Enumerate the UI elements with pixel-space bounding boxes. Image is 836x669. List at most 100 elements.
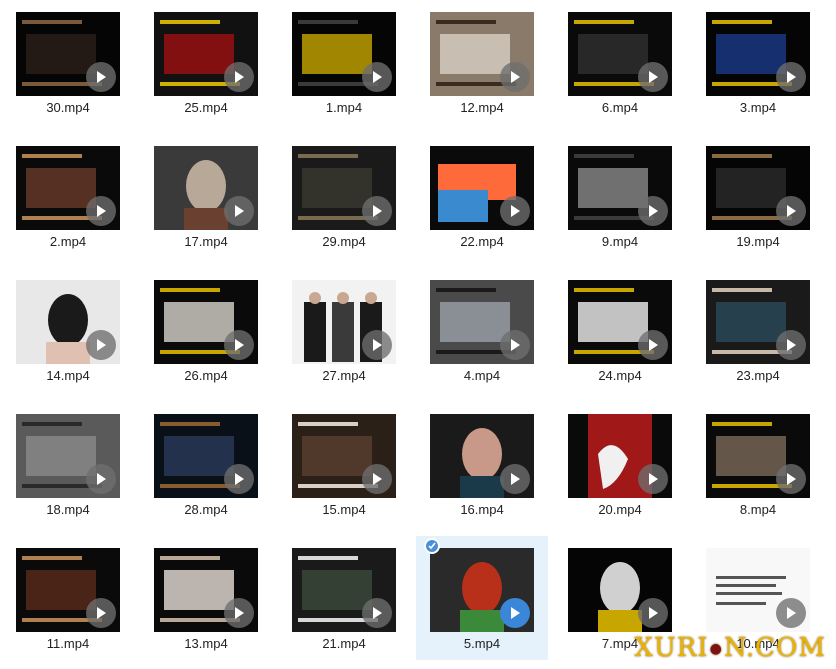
play-icon[interactable] — [362, 196, 392, 226]
file-item[interactable]: 19.mp4 — [692, 134, 824, 258]
file-name[interactable]: 29.mp4 — [278, 234, 410, 250]
file-item[interactable]: 9.mp4 — [554, 134, 686, 258]
file-name[interactable]: 14.mp4 — [2, 368, 134, 384]
file-item[interactable]: 21.mp4 — [278, 536, 410, 660]
file-item[interactable]: 2.mp4 — [2, 134, 134, 258]
video-thumbnail[interactable] — [706, 146, 810, 230]
file-item[interactable]: 5.mp4 — [416, 536, 548, 660]
video-thumbnail[interactable] — [154, 146, 258, 230]
file-item[interactable]: 17.mp4 — [140, 134, 272, 258]
video-thumbnail[interactable] — [154, 12, 258, 96]
play-icon[interactable] — [86, 598, 116, 628]
play-icon[interactable] — [224, 62, 254, 92]
file-item[interactable]: 15.mp4 — [278, 402, 410, 526]
video-thumbnail[interactable] — [292, 280, 396, 364]
file-item[interactable]: 16.mp4 — [416, 402, 548, 526]
file-name[interactable]: 26.mp4 — [140, 368, 272, 384]
video-thumbnail[interactable] — [16, 12, 120, 96]
play-icon[interactable] — [776, 196, 806, 226]
video-thumbnail[interactable] — [568, 280, 672, 364]
play-icon[interactable] — [638, 330, 668, 360]
video-thumbnail[interactable] — [292, 12, 396, 96]
file-item[interactable]: 12.mp4 — [416, 0, 548, 124]
play-icon[interactable] — [362, 464, 392, 494]
file-item[interactable]: 6.mp4 — [554, 0, 686, 124]
video-thumbnail[interactable] — [706, 548, 810, 632]
file-name[interactable]: 3.mp4 — [692, 100, 824, 116]
video-thumbnail[interactable] — [430, 12, 534, 96]
play-icon[interactable] — [362, 62, 392, 92]
play-icon[interactable] — [362, 330, 392, 360]
play-icon[interactable] — [638, 196, 668, 226]
checkmark-icon[interactable] — [424, 538, 440, 554]
file-name[interactable]: 25.mp4 — [140, 100, 272, 116]
file-item[interactable]: 18.mp4 — [2, 402, 134, 526]
file-name[interactable]: 6.mp4 — [554, 100, 686, 116]
file-name[interactable]: 11.mp4 — [2, 636, 134, 652]
video-thumbnail[interactable] — [292, 146, 396, 230]
file-name[interactable]: 13.mp4 — [140, 636, 272, 652]
file-name[interactable]: 17.mp4 — [140, 234, 272, 250]
video-thumbnail[interactable] — [430, 280, 534, 364]
play-icon[interactable] — [86, 464, 116, 494]
file-name[interactable]: 30.mp4 — [2, 100, 134, 116]
video-thumbnail[interactable] — [154, 414, 258, 498]
play-icon[interactable] — [500, 464, 530, 494]
file-item[interactable]: 13.mp4 — [140, 536, 272, 660]
file-name[interactable]: 23.mp4 — [692, 368, 824, 384]
file-name[interactable]: 22.mp4 — [416, 234, 548, 250]
play-icon[interactable] — [224, 464, 254, 494]
play-icon[interactable] — [86, 196, 116, 226]
play-icon[interactable] — [638, 464, 668, 494]
video-thumbnail[interactable] — [430, 146, 534, 230]
file-item[interactable]: 1.mp4 — [278, 0, 410, 124]
file-item[interactable]: 4.mp4 — [416, 268, 548, 392]
play-icon[interactable] — [776, 464, 806, 494]
play-icon[interactable] — [638, 62, 668, 92]
play-icon[interactable] — [500, 196, 530, 226]
play-icon[interactable] — [638, 598, 668, 628]
video-thumbnail[interactable] — [706, 12, 810, 96]
video-thumbnail[interactable] — [154, 548, 258, 632]
file-name[interactable]: 19.mp4 — [692, 234, 824, 250]
file-name[interactable]: 5.mp4 — [416, 636, 548, 652]
play-icon[interactable] — [86, 62, 116, 92]
file-name[interactable]: 9.mp4 — [554, 234, 686, 250]
play-icon[interactable] — [224, 330, 254, 360]
file-item[interactable]: 28.mp4 — [140, 402, 272, 526]
video-thumbnail[interactable] — [16, 414, 120, 498]
video-thumbnail[interactable] — [706, 414, 810, 498]
file-name[interactable]: 28.mp4 — [140, 502, 272, 518]
file-item[interactable]: 25.mp4 — [140, 0, 272, 124]
play-icon[interactable] — [776, 62, 806, 92]
file-item[interactable]: 14.mp4 — [2, 268, 134, 392]
video-thumbnail[interactable] — [16, 280, 120, 364]
play-icon[interactable] — [500, 330, 530, 360]
file-name[interactable]: 8.mp4 — [692, 502, 824, 518]
video-thumbnail[interactable] — [16, 146, 120, 230]
file-item[interactable]: 26.mp4 — [140, 268, 272, 392]
play-icon[interactable] — [362, 598, 392, 628]
file-item[interactable]: 27.mp4 — [278, 268, 410, 392]
play-icon[interactable] — [500, 598, 530, 628]
file-name[interactable]: 2.mp4 — [2, 234, 134, 250]
file-item[interactable]: 22.mp4 — [416, 134, 548, 258]
play-icon[interactable] — [86, 330, 116, 360]
play-icon[interactable] — [500, 62, 530, 92]
video-thumbnail[interactable] — [706, 280, 810, 364]
file-item[interactable]: 23.mp4 — [692, 268, 824, 392]
file-name[interactable]: 27.mp4 — [278, 368, 410, 384]
file-name[interactable]: 12.mp4 — [416, 100, 548, 116]
video-thumbnail[interactable] — [568, 414, 672, 498]
video-thumbnail[interactable] — [430, 548, 534, 632]
video-thumbnail[interactable] — [292, 548, 396, 632]
file-name[interactable]: 1.mp4 — [278, 100, 410, 116]
file-name[interactable]: 15.mp4 — [278, 502, 410, 518]
file-name[interactable]: 18.mp4 — [2, 502, 134, 518]
video-thumbnail[interactable] — [16, 548, 120, 632]
video-thumbnail[interactable] — [154, 280, 258, 364]
file-name[interactable]: 24.mp4 — [554, 368, 686, 384]
video-thumbnail[interactable] — [568, 146, 672, 230]
file-name[interactable]: 4.mp4 — [416, 368, 548, 384]
file-name[interactable]: 21.mp4 — [278, 636, 410, 652]
